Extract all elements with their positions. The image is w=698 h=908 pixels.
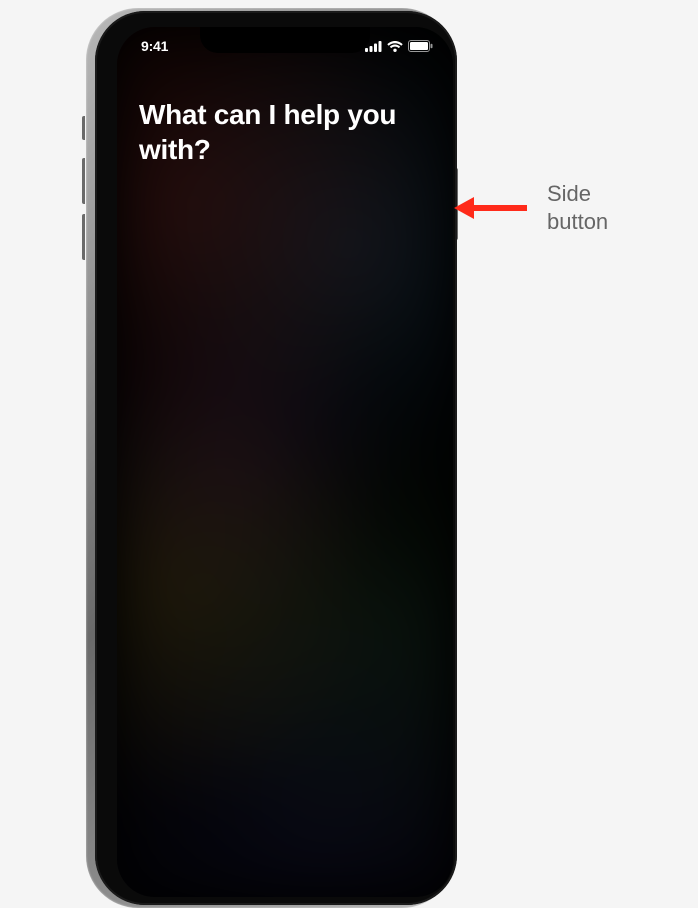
- status-right-cluster: [365, 40, 433, 52]
- iphone-device-illustration: 9:41 What can I help you with?: [80, 8, 460, 528]
- wifi-icon: [387, 41, 403, 52]
- callout-label: Side button: [547, 180, 608, 235]
- status-time: 9:41: [141, 38, 168, 54]
- side-button-callout: Side button: [462, 180, 608, 235]
- notch: [200, 27, 370, 53]
- mute-switch: [82, 116, 85, 140]
- phone-body: 9:41 What can I help you with?: [86, 8, 454, 908]
- phone-bezel: 9:41 What can I help you with?: [95, 11, 457, 905]
- callout-label-line2: button: [547, 209, 608, 234]
- arrow-icon: [462, 197, 527, 219]
- phone-screen: 9:41 What can I help you with?: [117, 27, 453, 897]
- callout-label-line1: Side: [547, 181, 591, 206]
- volume-down-button: [82, 214, 85, 260]
- battery-icon: [408, 40, 433, 52]
- volume-up-button: [82, 158, 85, 204]
- siri-prompt-text: What can I help you with?: [139, 97, 431, 167]
